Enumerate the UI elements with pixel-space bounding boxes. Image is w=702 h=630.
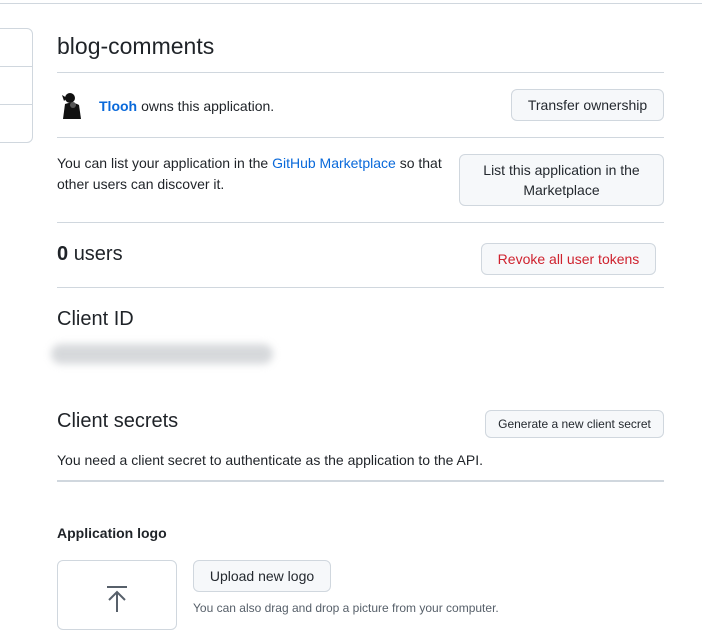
client-id-value-redacted [51,344,273,364]
users-number: 0 [57,243,69,265]
page-title: blog-comments [57,33,215,59]
owner-row: Tlooh owns this application. [57,92,274,120]
sidebar-item[interactable] [0,105,32,143]
client-secret-note: You need a client secret to authenticate… [57,452,484,468]
marketplace-description: You can list your application in the Git… [57,153,452,195]
client-id-heading: Client ID [57,308,134,330]
upload-logo-button[interactable]: Upload new logo [193,560,331,592]
upload-arrow-icon [106,585,128,618]
logo-dropzone[interactable] [57,560,177,630]
divider [57,287,664,288]
section-divider [57,480,664,482]
list-in-marketplace-button[interactable]: List this application in the Marketplace [459,154,664,206]
divider [57,137,664,138]
application-logo-heading: Application logo [57,525,167,541]
sidebar-item[interactable] [0,29,32,67]
revoke-tokens-button[interactable]: Revoke all user tokens [481,243,656,275]
client-secrets-heading: Client secrets [57,410,179,432]
users-label: users [73,243,123,265]
drag-drop-note: You can also drag and drop a picture fro… [193,601,499,615]
generate-client-secret-button[interactable]: Generate a new client secret [485,410,664,438]
divider [57,222,664,223]
button-label-line: Marketplace [523,182,600,198]
avatar[interactable] [61,92,83,120]
sidebar-item[interactable] [0,67,32,105]
marketplace-text-before: You can list your application in the [57,155,269,171]
owner-link[interactable]: Tlooh [99,98,137,114]
settings-sidebar [0,28,33,143]
github-marketplace-link[interactable]: GitHub Marketplace [272,155,396,171]
transfer-ownership-button[interactable]: Transfer ownership [511,89,664,121]
top-divider [0,3,702,4]
button-label-line: List this application in the [483,162,640,178]
users-count: 0 users [57,243,123,266]
owner-text: owns this application. [141,98,275,114]
divider [57,72,664,73]
